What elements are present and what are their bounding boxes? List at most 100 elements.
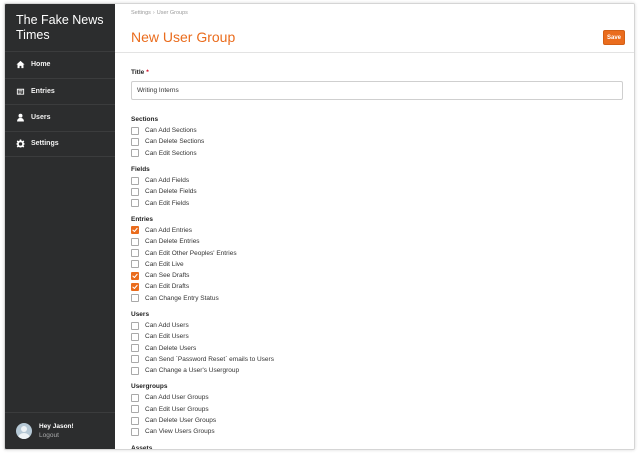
permission-group: Sections Can Add Sections Can Delete Secti… <box>131 115 623 159</box>
checkbox[interactable] <box>131 393 139 402</box>
checkbox[interactable] <box>131 176 139 185</box>
permission-label: Can Edit Drafts <box>145 283 190 291</box>
permission-group: Assets <box>131 444 623 449</box>
permission-item[interactable]: Can Delete Entries <box>131 236 623 247</box>
permission-label: Can Delete Fields <box>145 188 197 196</box>
permission-label: Can Add Users <box>145 322 189 329</box>
main-content: Settings › User Groups New User Group Save… <box>115 4 634 449</box>
permission-item[interactable]: Can Edit User Groups <box>131 404 623 415</box>
permission-label: Can Add Fields <box>145 177 190 185</box>
sidebar-item-label: Users <box>31 114 51 122</box>
title-label: Title * <box>131 69 149 76</box>
permission-label: Can Edit User Groups <box>145 405 209 413</box>
checkbox[interactable] <box>131 355 139 364</box>
permission-label: Can Edit Live <box>145 260 184 268</box>
required-mark: * <box>146 69 149 76</box>
breadcrumb-settings[interactable]: Settings <box>131 10 151 16</box>
checkbox[interactable] <box>131 321 139 330</box>
sidebar-item-settings[interactable]: Settings <box>5 130 115 157</box>
permission-item[interactable]: Can Edit Sections <box>131 148 623 159</box>
checkbox[interactable] <box>131 249 139 258</box>
permission-item[interactable]: Can Delete User Groups <box>131 415 623 426</box>
permission-item[interactable]: Can Add Fields <box>131 175 623 186</box>
checkbox[interactable] <box>131 199 139 208</box>
permission-item[interactable]: Can Delete Users <box>131 342 623 353</box>
site-name-line2: Times <box>16 28 50 42</box>
user-greeting: Hey Jason! <box>39 423 74 430</box>
permission-label: Can Edit Other Peoples' Entries <box>145 249 237 257</box>
user-group-form: Title* Sections Can Add Sections Can Delet… <box>131 69 623 449</box>
checkbox[interactable] <box>131 366 139 375</box>
permission-label: Can Add Entries <box>145 226 192 234</box>
checkbox-checked[interactable] <box>131 271 139 280</box>
checkbox-checked[interactable] <box>131 226 139 235</box>
permission-group: Usergroups Can Add User Groups Can Edit Us… <box>131 382 623 437</box>
save-button[interactable]: Save <box>603 30 625 45</box>
permission-item[interactable]: Can Change Entry Status <box>131 293 623 304</box>
sidebar-item-label: Settings <box>31 140 59 148</box>
permission-item[interactable]: Can Edit Users <box>131 331 623 342</box>
checkbox[interactable] <box>131 260 139 269</box>
permission-item[interactable]: Can Add Entries <box>131 225 623 236</box>
permission-item[interactable]: Can Change a User's Usergroup <box>131 365 623 376</box>
avatar[interactable] <box>16 423 32 439</box>
permission-group-title: Usergroups <box>131 383 168 391</box>
permission-item[interactable]: Can Edit Other Peoples' Entries <box>131 247 623 258</box>
permission-item[interactable]: Can Delete Sections <box>131 136 623 147</box>
checkbox[interactable] <box>131 137 139 146</box>
checkbox[interactable] <box>131 237 139 246</box>
permission-item[interactable]: Can Edit Drafts <box>131 281 623 292</box>
checkbox[interactable] <box>131 427 139 436</box>
checkbox[interactable] <box>131 294 139 303</box>
sidebar-item-label: Entries <box>31 87 55 95</box>
checkbox[interactable] <box>131 416 139 425</box>
permission-group-title: Entries <box>131 215 154 223</box>
checkbox[interactable] <box>131 126 139 135</box>
sidebar: The Fake News Times Home Entries Users S… <box>5 4 115 449</box>
site-name[interactable]: The Fake News Times <box>5 4 115 51</box>
permission-group-title: Sections <box>131 116 159 123</box>
site-name-line1: The Fake News <box>16 13 104 27</box>
checkbox[interactable] <box>131 187 139 196</box>
permission-groups: Sections Can Add Sections Can Delete Secti… <box>131 115 623 449</box>
checkbox[interactable] <box>131 149 139 158</box>
permission-label: Can Delete Users <box>145 344 197 352</box>
permission-label: Can Send `Password Reset` emails to User… <box>145 355 274 363</box>
permission-label: Can Delete User Groups <box>145 417 217 425</box>
permission-label: Can Add Sections <box>145 127 197 135</box>
permission-label: Can Edit Fields <box>145 199 190 207</box>
permission-item[interactable]: Can Send `Password Reset` emails to User… <box>131 354 623 365</box>
permission-item[interactable]: Can Delete Fields <box>131 186 623 197</box>
page-title: New User Group <box>131 29 236 45</box>
home-icon <box>16 60 25 69</box>
breadcrumb-user-groups[interactable]: User Groups <box>157 10 188 16</box>
checkbox[interactable] <box>131 344 139 353</box>
permission-item[interactable]: Can Edit Fields <box>131 197 623 208</box>
permission-label: Can Change a User's Usergroup <box>145 367 240 375</box>
permission-label: Can View Users Groups <box>145 428 215 436</box>
permission-item[interactable]: Can View Users Groups <box>131 426 623 437</box>
user-icon <box>16 113 25 122</box>
permission-label: Can Delete Sections <box>145 138 205 146</box>
permission-group: Users Can Add Users Can Edit Users Can Dele… <box>131 310 623 376</box>
permission-item[interactable]: Can Add User Groups <box>131 392 623 403</box>
permission-item[interactable]: Can Add Sections <box>131 125 623 136</box>
sidebar-item-entries[interactable]: Entries <box>5 77 115 105</box>
permission-item[interactable]: Can See Drafts <box>131 270 623 281</box>
permission-item[interactable]: Can Add Users <box>131 320 623 331</box>
permission-label: Can Edit Sections <box>145 149 197 157</box>
checkbox-checked[interactable] <box>131 282 139 291</box>
checkbox[interactable] <box>131 405 139 414</box>
page-header: Settings › User Groups New User Group Save <box>115 4 634 53</box>
sidebar-item-home[interactable]: Home <box>5 51 115 78</box>
logout-link[interactable]: Logout <box>39 431 74 440</box>
entries-icon <box>16 87 25 96</box>
sidebar-item-users[interactable]: Users <box>5 104 115 131</box>
permission-group: Entries Can Add Entries Can Delete Entries… <box>131 215 623 304</box>
title-input[interactable] <box>131 81 623 100</box>
permission-label: Can Change Entry Status <box>145 294 219 302</box>
breadcrumb-separator: › <box>152 10 155 16</box>
checkbox[interactable] <box>131 332 139 341</box>
permission-label: Can Add User Groups <box>145 394 209 402</box>
permission-item[interactable]: Can Edit Live <box>131 259 623 270</box>
